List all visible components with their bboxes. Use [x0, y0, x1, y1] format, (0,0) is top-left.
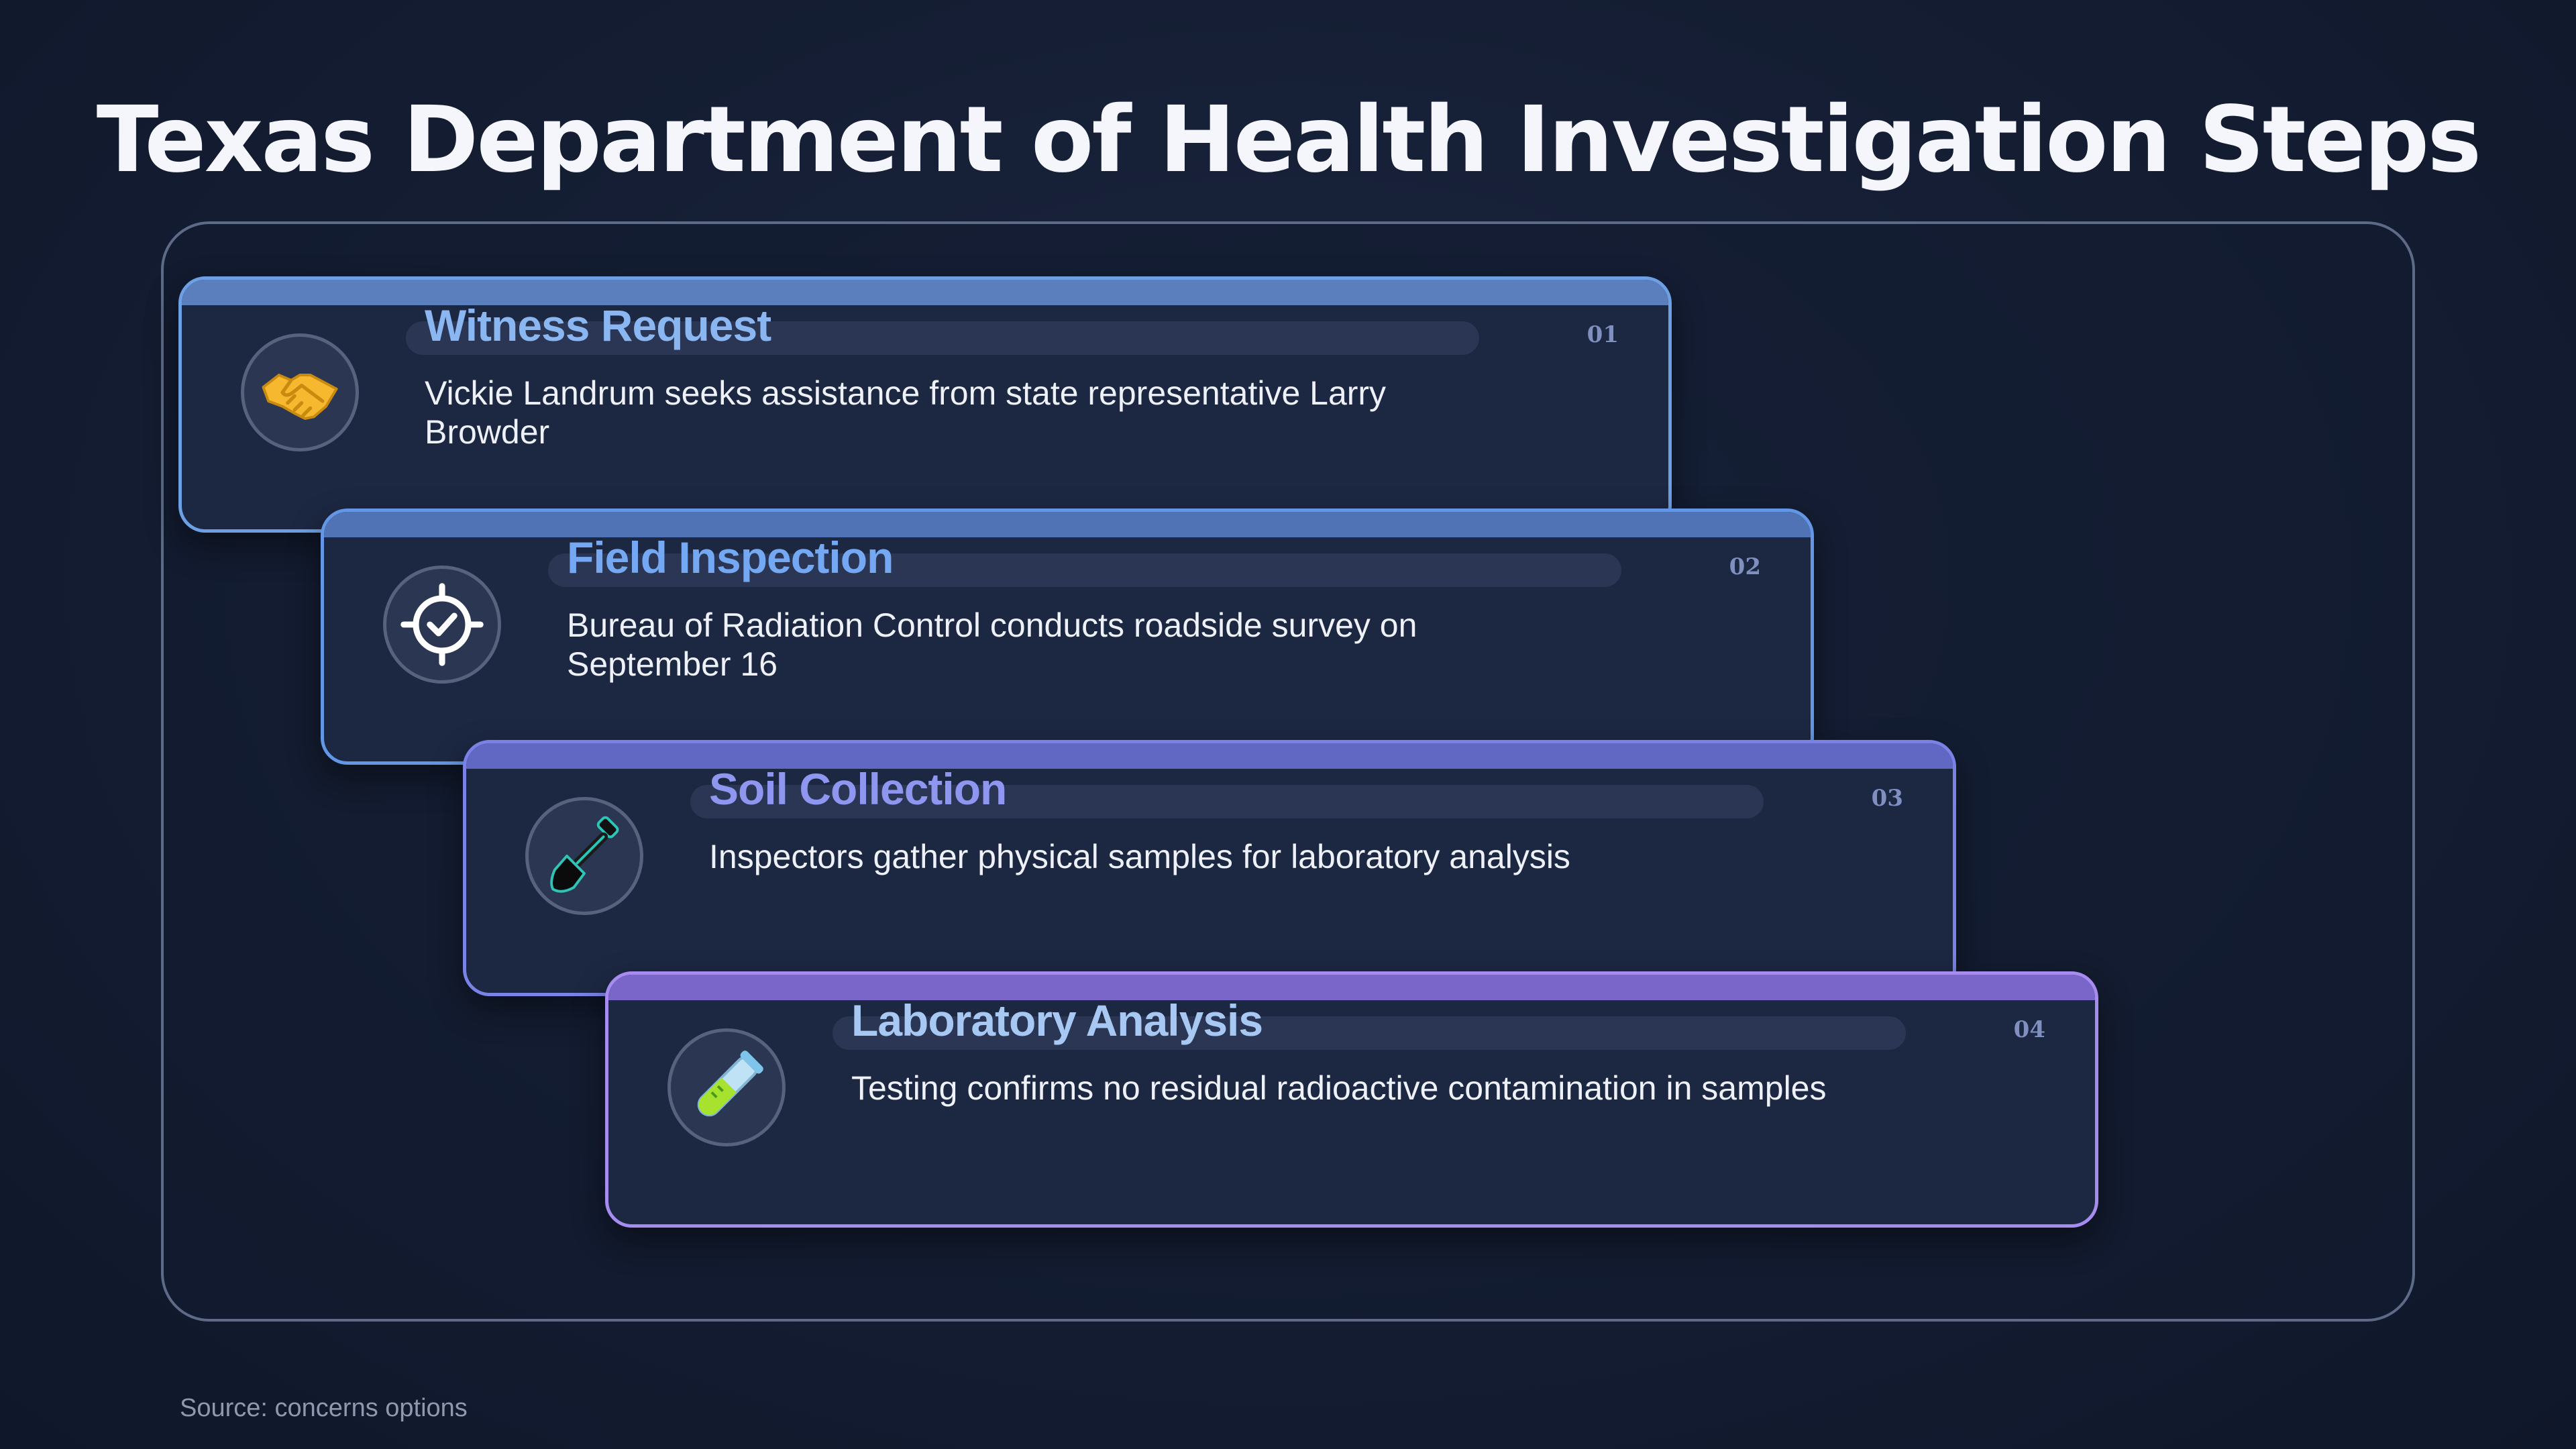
step-description: Vickie Landrum seeks assistance from sta…: [425, 374, 1387, 451]
page-title: Texas Department of Health Investigation…: [96, 87, 2482, 193]
target-check-icon: [383, 566, 501, 684]
step-card-soil-collection: Soil Collection 03 Inspectors gather phy…: [463, 740, 1956, 996]
step-title: Field Inspection: [567, 533, 894, 582]
step-description: Bureau of Radiation Control conducts roa…: [567, 606, 1417, 683]
slide: Texas Department of Health Investigation…: [0, 0, 2576, 1449]
step-number: 04: [2013, 1016, 2045, 1043]
step-description: Testing confirms no residual radioactive…: [851, 1069, 1827, 1107]
step-title: Witness Request: [425, 301, 771, 350]
step-number: 02: [1729, 553, 1761, 580]
handshake-icon: [241, 333, 359, 451]
step-description: Inspectors gather physical samples for l…: [709, 838, 1570, 875]
step-title: Soil Collection: [709, 764, 1007, 814]
source-note: Source: concerns options: [180, 1394, 468, 1422]
step-card-field-inspection: Field Inspection 02 Bureau of Radiation …: [321, 508, 1814, 765]
shovel-icon: [525, 797, 643, 915]
step-number: 01: [1587, 321, 1619, 348]
step-title: Laboratory Analysis: [851, 996, 1263, 1045]
step-number: 03: [1871, 785, 1903, 812]
test-tube-icon: [667, 1028, 786, 1146]
step-card-witness-request: Witness Request 01 Vickie Landrum seeks …: [178, 276, 1672, 533]
step-card-laboratory-analysis: Laboratory Analysis 04 Testing confirms …: [605, 971, 2098, 1228]
